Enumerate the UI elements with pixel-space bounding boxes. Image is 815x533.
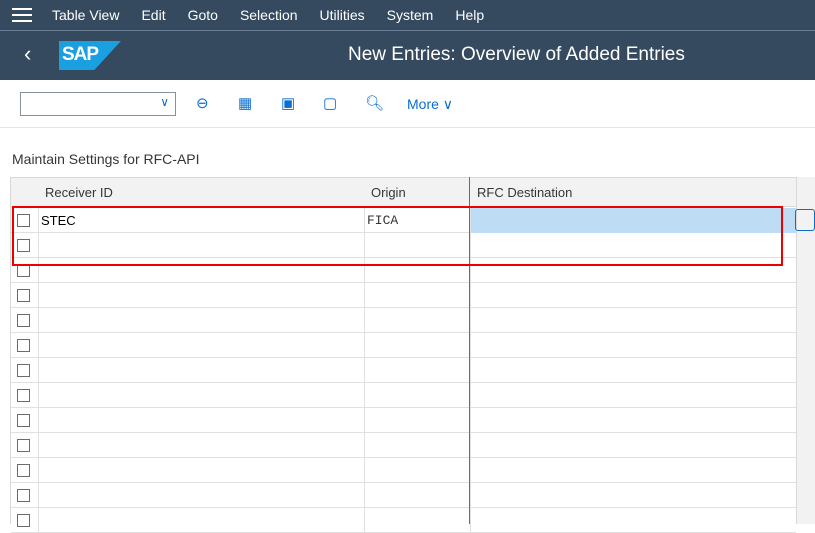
table-row <box>11 508 796 533</box>
cell-rfc-destination[interactable] <box>470 433 796 458</box>
cell-rfc-destination[interactable] <box>470 483 796 508</box>
menu-help[interactable]: Help <box>455 7 484 23</box>
row-checkbox[interactable] <box>17 289 30 302</box>
find-icon[interactable]: 🔍︎ <box>365 94 384 112</box>
menu-bar: Table View Edit Goto Selection Utilities… <box>0 0 815 31</box>
row-checkbox[interactable] <box>17 314 30 327</box>
sap-logo: SAP <box>59 41 121 70</box>
table-row <box>11 483 796 508</box>
title-bar: ‹ SAP New Entries: Overview of Added Ent… <box>0 31 815 80</box>
table-row <box>11 333 796 358</box>
command-field[interactable]: ∨ <box>20 92 176 116</box>
cell-receiver-id[interactable] <box>38 433 364 458</box>
cell-rfc-destination[interactable] <box>470 333 796 358</box>
more-button[interactable]: More ∨ <box>407 96 453 113</box>
chevron-down-icon: ∨ <box>160 95 169 109</box>
cell-receiver-id[interactable] <box>38 458 364 483</box>
table-row <box>11 458 796 483</box>
row-checkbox[interactable] <box>17 514 30 527</box>
row-checkbox[interactable] <box>17 389 30 402</box>
col-rfc-destination[interactable]: RFC Destination <box>477 185 572 200</box>
cell-rfc-destination[interactable] <box>470 383 796 408</box>
table-row <box>11 408 796 433</box>
cell-rfc-destination[interactable] <box>470 358 796 383</box>
table-row <box>11 433 796 458</box>
cell-receiver-id[interactable] <box>38 483 364 508</box>
menu-edit[interactable]: Edit <box>141 7 165 23</box>
cell-origin[interactable] <box>364 308 470 333</box>
cell-origin[interactable] <box>364 458 470 483</box>
cell-receiver-id[interactable] <box>38 358 364 383</box>
row-checkbox[interactable] <box>17 339 30 352</box>
cell-rfc-destination[interactable] <box>470 508 796 533</box>
cell-rfc-destination[interactable] <box>470 408 796 433</box>
row-checkbox[interactable] <box>17 364 30 377</box>
menu-table-view[interactable]: Table View <box>52 7 119 23</box>
cell-receiver-id[interactable] <box>38 333 364 358</box>
cell-origin[interactable] <box>364 383 470 408</box>
cell-origin[interactable] <box>364 358 470 383</box>
highlight-box <box>12 206 783 266</box>
menu-utilities[interactable]: Utilities <box>320 7 365 23</box>
table-row <box>11 383 796 408</box>
cell-origin[interactable] <box>364 483 470 508</box>
cell-rfc-destination[interactable] <box>470 283 796 308</box>
back-icon[interactable]: ‹ <box>24 41 31 67</box>
cell-origin[interactable] <box>364 508 470 533</box>
cell-rfc-destination[interactable] <box>470 458 796 483</box>
cell-receiver-id[interactable] <box>38 283 364 308</box>
cell-receiver-id[interactable] <box>38 408 364 433</box>
cell-receiver-id[interactable] <box>38 508 364 533</box>
page-title: New Entries: Overview of Added Entries <box>348 44 685 65</box>
row-checkbox[interactable] <box>17 489 30 502</box>
row-checkbox[interactable] <box>17 414 30 427</box>
select-block-icon[interactable]: ▣ <box>281 94 295 112</box>
table-header: Receiver ID Origin RFC Destination <box>11 177 796 207</box>
select-all-icon[interactable]: ▦ <box>238 94 252 112</box>
table-row <box>11 283 796 308</box>
cell-origin[interactable] <box>364 433 470 458</box>
col-receiver-id[interactable]: Receiver ID <box>45 185 113 200</box>
cell-receiver-id[interactable] <box>38 383 364 408</box>
section-title: Maintain Settings for RFC-API <box>12 151 200 167</box>
menu-selection[interactable]: Selection <box>240 7 298 23</box>
more-label: More <box>407 96 439 112</box>
menu-goto[interactable]: Goto <box>188 7 218 23</box>
expand-icon[interactable] <box>795 209 815 231</box>
row-checkbox[interactable] <box>17 439 30 452</box>
menu-icon[interactable] <box>12 8 32 22</box>
col-origin[interactable]: Origin <box>371 185 406 200</box>
cell-origin[interactable] <box>364 408 470 433</box>
deselect-all-icon[interactable]: ▢ <box>323 94 337 112</box>
row-checkbox[interactable] <box>17 464 30 477</box>
table-row <box>11 308 796 333</box>
cell-receiver-id[interactable] <box>38 308 364 333</box>
table-row <box>11 358 796 383</box>
delete-icon[interactable]: ⊖ <box>196 94 209 112</box>
cell-rfc-destination[interactable] <box>470 308 796 333</box>
cell-origin[interactable] <box>364 333 470 358</box>
cell-origin[interactable] <box>364 283 470 308</box>
menu-system[interactable]: System <box>387 7 434 23</box>
toolbar: ∨ ⊖ ▦ ▣ ▢ 🔍︎ More ∨ <box>0 80 815 128</box>
